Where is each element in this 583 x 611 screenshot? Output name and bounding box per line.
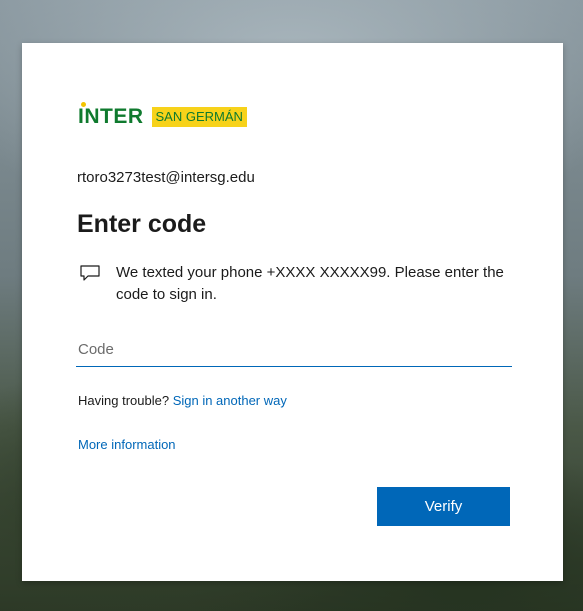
sms-message: We texted your phone +XXXX XXXXX99. Plea…	[80, 262, 520, 306]
more-information-row: More information	[78, 437, 176, 452]
sms-message-text: We texted your phone +XXXX XXXXX99. Plea…	[116, 264, 504, 303]
code-input[interactable]	[76, 332, 512, 367]
page-title: Enter code	[77, 210, 207, 238]
logo-dot-icon	[81, 102, 86, 107]
message-icon	[80, 265, 100, 281]
more-information-link[interactable]: More information	[78, 437, 176, 452]
sign-in-card: INTER SAN GERMÁN rtoro3273test@intersg.e…	[22, 43, 563, 581]
verify-button[interactable]: Verify	[377, 487, 510, 526]
sign-in-another-way-link[interactable]: Sign in another way	[173, 393, 287, 408]
trouble-label: Having trouble?	[78, 393, 170, 408]
account-email: rtoro3273test@intersg.edu	[77, 169, 255, 186]
logo-campus: SAN GERMÁN	[151, 107, 247, 127]
logo-brand: INTER	[78, 102, 144, 129]
trouble-row: Having trouble? Sign in another way	[78, 393, 287, 408]
organization-logo: INTER SAN GERMÁN	[78, 102, 247, 129]
logo-brand-text: INTER	[78, 105, 144, 128]
